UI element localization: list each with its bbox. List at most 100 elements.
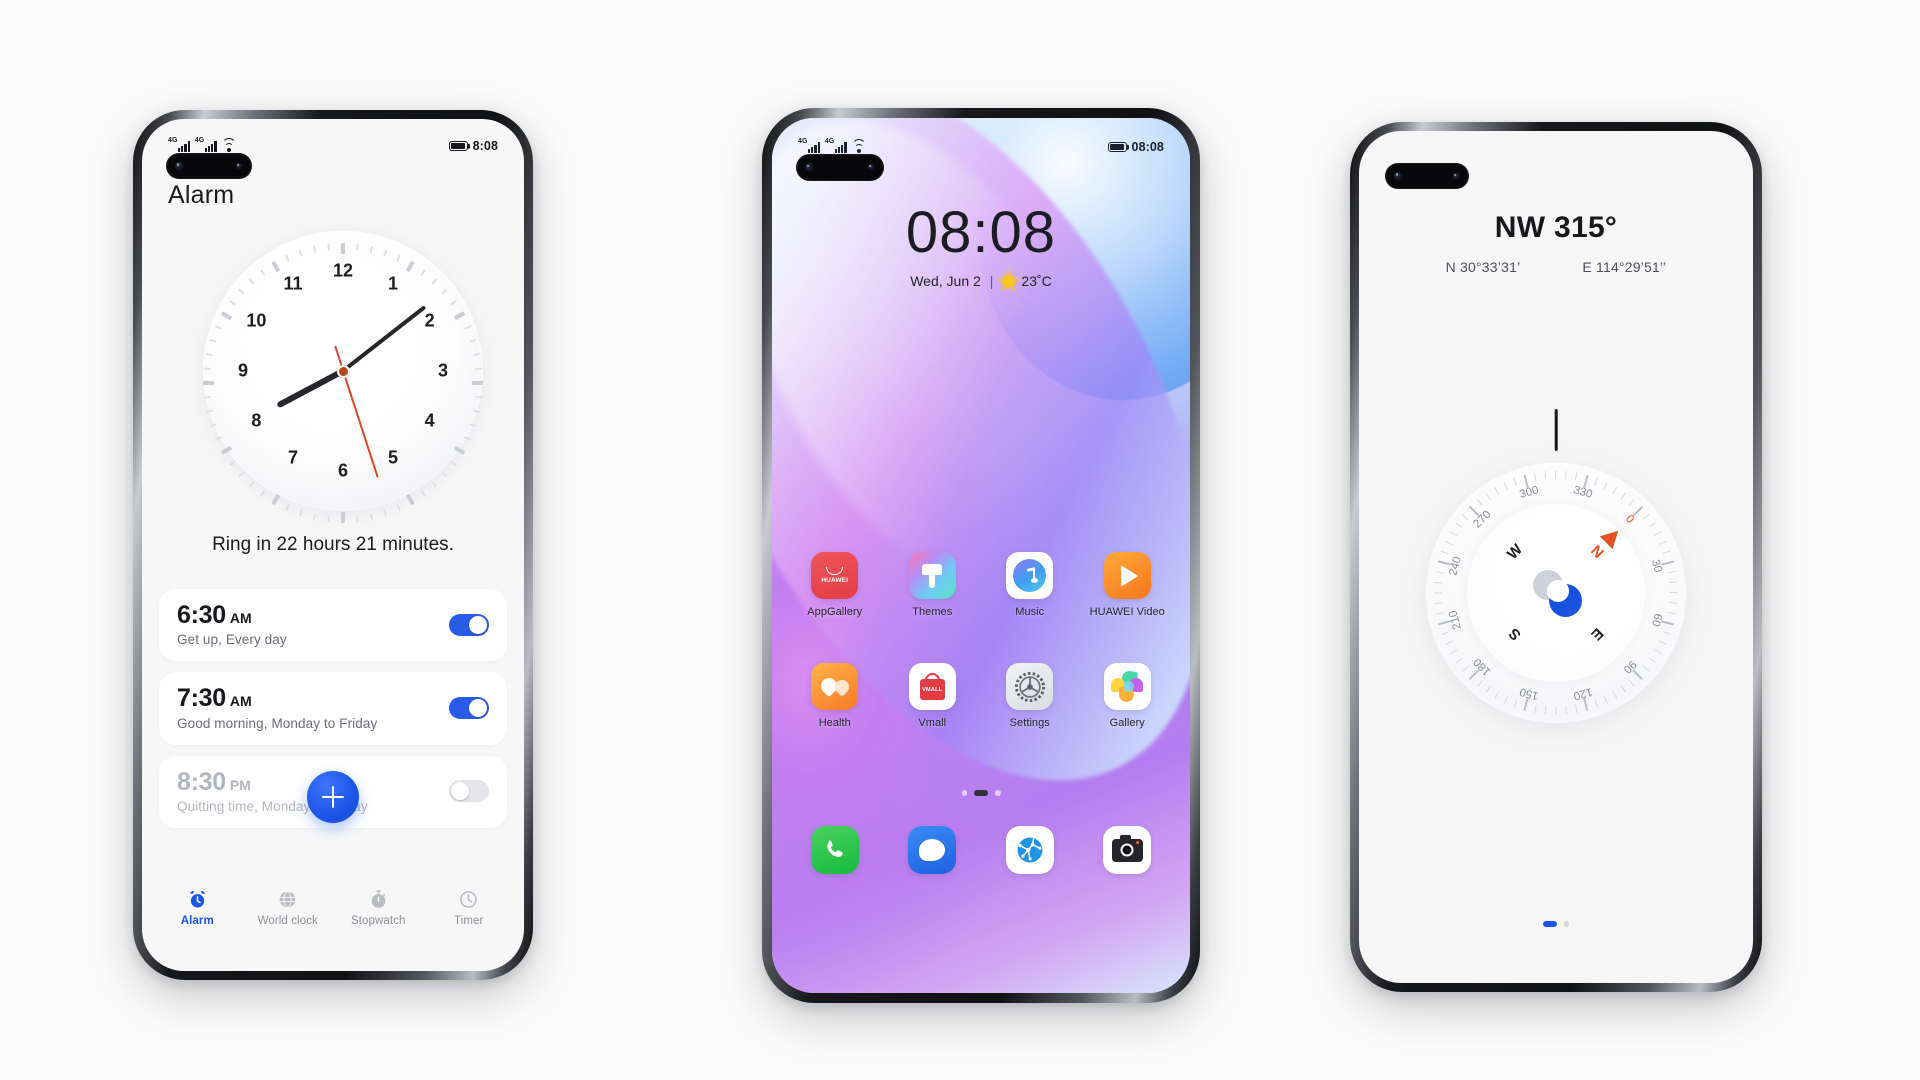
app-label: AppGallery <box>807 606 863 618</box>
page-dot[interactable] <box>995 790 1001 796</box>
phone-device-compass: NW 315° N 30°33’31’ E 114°29’51’’ 0 30 60 9… <box>1350 122 1762 992</box>
analog-clock: 12 1 2 3 4 5 6 7 8 9 10 11 <box>203 231 483 523</box>
app-themes[interactable]: Themes <box>884 552 982 618</box>
compass-dial[interactable]: 0 30 60 90 120 150 180 210 240 270 300 330 NESW <box>1426 463 1686 723</box>
compass-degree-label: 150 <box>1518 685 1540 702</box>
home-clock-subline: Wed, Jun 2 | 23˚C <box>772 273 1190 289</box>
phone-device-alarm: 4G 4G 8:08 Alarm 12 1 2 3 4 5 6 7 8 9 10… <box>133 110 533 980</box>
clock-numeral: 2 <box>424 310 435 331</box>
health-icon <box>811 663 859 710</box>
page-dot[interactable] <box>961 790 967 796</box>
status-bar-time: 8:08 <box>472 139 498 153</box>
dock-browser[interactable] <box>981 826 1079 874</box>
dock-camera[interactable] <box>1079 826 1177 874</box>
signal-2-label: 4G <box>824 137 835 145</box>
signal-1-label: 4G <box>168 136 178 144</box>
alarm-toggle[interactable] <box>449 696 489 719</box>
clock-center-pivot <box>336 364 350 378</box>
subline-divider: | <box>989 273 994 289</box>
compass-degree-label: 180 <box>1471 655 1494 678</box>
tab-stopwatch[interactable]: Stopwatch <box>333 889 424 927</box>
clock-numeral: 11 <box>283 273 303 294</box>
front-camera-cutout <box>166 153 252 179</box>
alarm-row[interactable]: 6:30 AM Get up, Every day <box>159 589 507 662</box>
tab-label: Timer <box>454 915 484 927</box>
plus-icon <box>322 786 344 808</box>
compass-degree-label: 0 <box>1623 512 1637 526</box>
phone-device-home: 4G 4G 08:08 08:08 Wed, Jun 2 | 23˚C HUAW… <box>762 108 1200 1003</box>
compass-coordinates: N 30°33’31’ E 114°29’51’’ <box>1359 259 1753 275</box>
signal-bars-1-icon <box>808 142 820 153</box>
clock-numeral: 5 <box>387 447 399 468</box>
app-label: Themes <box>912 606 953 618</box>
globe-icon <box>277 889 298 910</box>
clock-numeral: 7 <box>287 447 299 468</box>
app-gallery[interactable]: Gallery <box>1079 663 1177 729</box>
compass-degree-label: 90 <box>1620 657 1639 676</box>
app-huawei-video[interactable]: HUAWEI Video <box>1079 552 1177 618</box>
page-title: Alarm <box>168 181 235 209</box>
status-bar-right: 8:08 <box>448 139 498 153</box>
page-dot[interactable] <box>1563 921 1570 927</box>
app-label: Health <box>818 717 851 729</box>
phone-screen-compass: NW 315° N 30°33’31’ E 114°29’51’’ 0 30 60 9… <box>1359 131 1753 983</box>
clock-numeral: 1 <box>387 273 399 294</box>
page-indicator <box>1359 921 1753 927</box>
app-vmall[interactable]: VMALL Vmall <box>884 663 982 729</box>
settings-gear-icon <box>1006 663 1054 710</box>
tab-world-clock[interactable]: World clock <box>243 889 334 927</box>
compass-degree-label: 240 <box>1447 555 1464 577</box>
app-health[interactable]: Health <box>786 663 884 729</box>
browser-globe-icon <box>1005 826 1054 874</box>
dock-phone[interactable] <box>786 826 884 874</box>
sun-icon <box>1002 274 1016 288</box>
compass-degree-label: 300 <box>1518 484 1540 501</box>
app-grid-row-1: HUAWEI AppGallery Themes Music HUAWEI Video <box>786 552 1176 618</box>
app-label: Vmall <box>918 717 947 729</box>
clock-numeral: 4 <box>424 410 435 431</box>
compass-degree-label: 60 <box>1649 612 1664 628</box>
phone-screen-home: 4G 4G 08:08 08:08 Wed, Jun 2 | 23˚C HUAW… <box>772 118 1190 993</box>
compass-degree-label: 120 <box>1572 685 1594 702</box>
compass-heading: NW 315° <box>1494 211 1618 244</box>
app-label: Gallery <box>1109 717 1145 729</box>
compass-degree-label: 30 <box>1649 558 1664 574</box>
alarm-row[interactable]: 7:30 AM Good morning, Monday to Friday <box>159 672 507 745</box>
screenshot-stage: 4G 4G 8:08 Alarm 12 1 2 3 4 5 6 7 8 9 10… <box>0 0 1920 1080</box>
front-camera-cutout <box>1385 163 1469 189</box>
status-bar-time: 08:08 <box>1131 140 1164 154</box>
huawei-video-icon <box>1103 552 1151 599</box>
themes-icon <box>908 552 956 599</box>
add-alarm-button[interactable] <box>307 771 359 823</box>
page-dot[interactable] <box>974 790 988 796</box>
battery-icon <box>1107 141 1127 153</box>
compass-center-hub <box>1533 570 1583 620</box>
page-dot[interactable] <box>1542 921 1557 927</box>
app-music[interactable]: Music <box>981 552 1079 618</box>
app-appgallery[interactable]: HUAWEI AppGallery <box>786 552 884 618</box>
home-clock-date: Wed, Jun 2 <box>910 273 981 289</box>
tab-timer[interactable]: Timer <box>424 889 515 927</box>
compass-degree-label: 330 <box>1572 484 1594 501</box>
alarm-toggle[interactable] <box>449 613 489 636</box>
dock <box>786 826 1176 874</box>
camera-icon <box>1103 826 1152 874</box>
gallery-icon <box>1103 663 1151 710</box>
tab-alarm[interactable]: Alarm <box>152 889 243 927</box>
front-camera-cutout <box>796 154 884 181</box>
phone-icon <box>810 826 859 874</box>
status-bar: 4G 4G 08:08 <box>772 137 1190 155</box>
dock-messages[interactable] <box>884 826 982 874</box>
alarm-row-text: 6:30 AM Get up, Every day <box>177 601 287 648</box>
signal-bars-2-icon <box>834 142 847 153</box>
app-label: Settings <box>1009 717 1050 729</box>
alarm-time: 7:30 AM <box>177 684 252 713</box>
wifi-icon <box>851 138 866 153</box>
app-label: Music <box>1015 606 1045 618</box>
clock-numeral: 8 <box>251 410 262 431</box>
clock-numeral: 6 <box>337 460 349 481</box>
clock-numeral: 3 <box>437 360 449 381</box>
app-settings[interactable]: Settings <box>981 663 1079 729</box>
alarm-time: 6:30 AM <box>177 601 252 629</box>
alarm-toggle[interactable] <box>449 780 489 803</box>
